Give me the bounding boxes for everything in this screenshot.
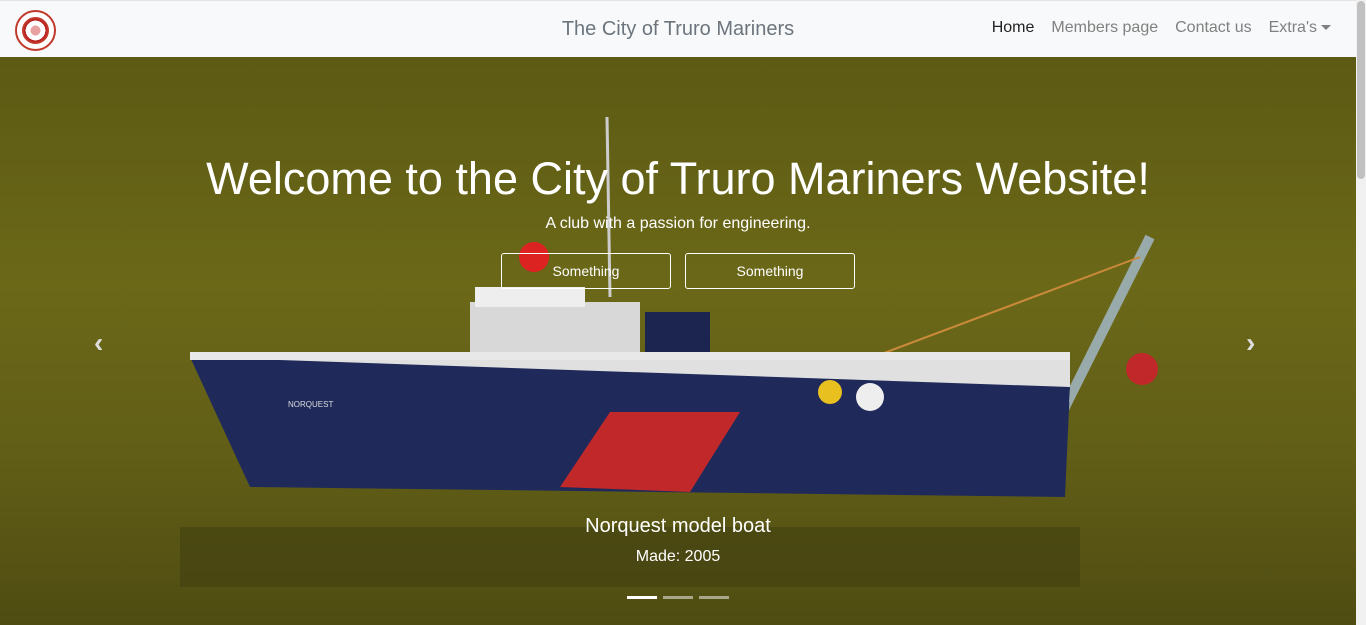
chevron-right-icon[interactable]: › [1246,327,1255,359]
carousel-indicator-3[interactable] [699,596,729,599]
nav-contact[interactable]: Contact us [1175,19,1251,37]
hero-button-2[interactable]: Something [685,253,855,289]
hero-button-1[interactable]: Something [501,253,671,289]
hero-heading: Welcome to the City of Truro Mariners We… [206,153,1150,204]
carousel-indicators [627,596,729,599]
carousel-caption-subtitle: Made: 2005 [635,548,721,565]
nav-extras-dropdown[interactable]: Extra's [1269,19,1331,37]
boat-image: NORQUEST [180,116,1158,587]
page-scrollbar[interactable] [1356,0,1366,625]
hero-carousel: NORQUEST Welcome to the City of Truro Ma… [0,57,1356,625]
nav-home[interactable]: Home [992,19,1035,37]
club-logo[interactable] [15,10,56,51]
nav-extras-label: Extra's [1268,19,1317,36]
caret-down-icon [1321,25,1331,31]
hero-subheading: A club with a passion for engineering. [545,215,811,232]
navbar: The City of Truro Mariners Home Members … [0,0,1356,57]
scrollbar-thumb[interactable] [1357,1,1365,179]
carousel-indicator-2[interactable] [663,596,693,599]
carousel-indicator-1[interactable] [627,596,657,599]
nav-members[interactable]: Members page [1051,19,1158,37]
boat-hull-label: NORQUEST [288,400,333,409]
nav-links: Home Members page Contact us Extra's [992,19,1331,37]
chevron-left-icon[interactable]: ‹ [94,327,103,359]
carousel-caption-title: Norquest model boat [585,515,771,537]
